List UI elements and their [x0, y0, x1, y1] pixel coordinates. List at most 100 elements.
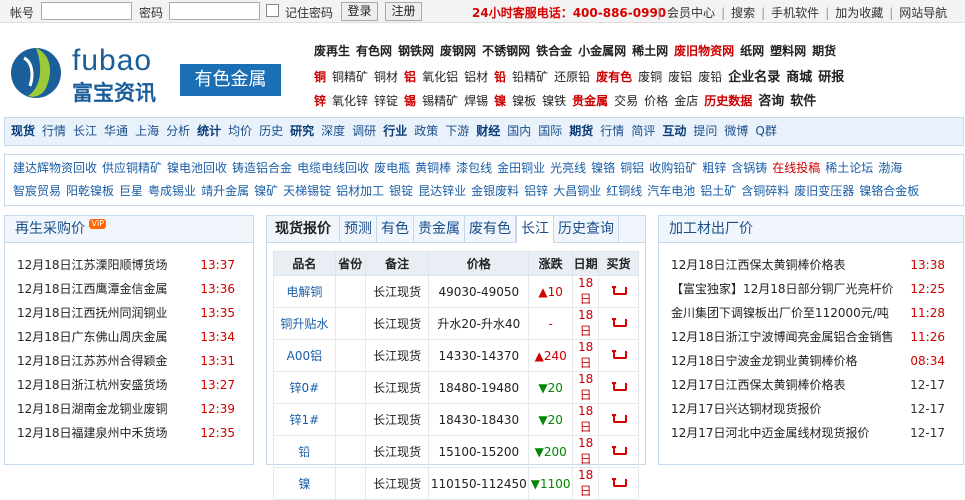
list-item-title[interactable]: 金川集团下调镍板出厂价至112000元/吨 — [671, 301, 889, 325]
list-item-title[interactable]: 12月18日江苏溧阳顺博货场 — [17, 253, 168, 277]
tag-link[interactable]: 镍电池回收 — [167, 161, 227, 175]
cell-name[interactable]: 铜升贴水 — [273, 307, 336, 340]
list-item[interactable]: 12月18日福建泉州中禾货场 12:35 — [5, 421, 253, 445]
header-nav-link[interactable]: 废旧物资网 — [674, 44, 734, 58]
header-nav-link[interactable]: 氧化铝 — [422, 70, 458, 84]
main-nav-link[interactable]: 研究 — [290, 124, 314, 138]
list-item-title[interactable]: 12月18日江西抚州同润铜业 — [17, 301, 168, 325]
tag-link[interactable]: 金银废料 — [471, 184, 519, 198]
tag-link[interactable]: 镍铬 — [591, 161, 615, 175]
list-item[interactable]: 12月17日河北中迈金属线材现货报价 12-17 — [659, 421, 963, 445]
tag-link[interactable]: 废旧变压器 — [794, 184, 854, 198]
header-nav-link[interactable]: 废铅 — [698, 70, 722, 84]
tag-link[interactable]: 昆达锌业 — [418, 184, 466, 198]
header-nav-link[interactable]: 交易 — [614, 94, 638, 108]
list-item[interactable]: 12月18日宁波金龙铜业黄铜棒价格 08:34 — [659, 349, 963, 373]
tab-6[interactable]: 长江 — [516, 216, 554, 243]
header-nav-link[interactable]: 废铝 — [668, 70, 692, 84]
top-link[interactable]: 网站导航 — [899, 6, 947, 20]
header-nav-link[interactable]: 企业名录 — [728, 70, 780, 85]
tag-link[interactable]: 红铜线 — [606, 184, 642, 198]
header-nav-link[interactable]: 软件 — [790, 94, 816, 109]
header-nav-link[interactable]: 废钢网 — [440, 44, 476, 58]
list-item-title[interactable]: 12月18日宁波金龙铜业黄铜棒价格 — [671, 349, 858, 373]
cell-name[interactable]: A00铝 — [273, 339, 336, 372]
main-nav-link[interactable]: 提问 — [693, 124, 717, 138]
account-input[interactable] — [41, 2, 132, 20]
header-nav-link[interactable]: 纸网 — [740, 44, 764, 58]
cart-icon[interactable] — [612, 317, 628, 328]
list-item[interactable]: 12月18日浙江宁波博闻亮金属铝合金销售 11:26 — [659, 325, 963, 349]
tag-link[interactable]: 镍矿 — [254, 184, 278, 198]
header-nav-link[interactable]: 小金属网 — [578, 44, 626, 58]
top-link[interactable]: 加为收藏 — [835, 6, 883, 20]
tag-link[interactable]: 金田铜业 — [497, 161, 545, 175]
header-nav-link[interactable]: 锡精矿 — [422, 94, 458, 108]
list-item[interactable]: 12月18日湖南金龙铜业废铜 12:39 — [5, 397, 253, 421]
list-item[interactable]: 12月18日江西抚州同润铜业 13:35 — [5, 301, 253, 325]
header-nav-link[interactable]: 铝材 — [464, 70, 488, 84]
tag-link[interactable]: 含铜碎料 — [741, 184, 789, 198]
main-nav-link[interactable]: 互动 — [662, 124, 686, 138]
tag-link[interactable]: 粤成锡业 — [148, 184, 196, 198]
list-item-title[interactable]: 12月18日浙江宁波博闻亮金属铝合金销售 — [671, 325, 894, 349]
header-nav-link[interactable]: 锌 — [314, 94, 326, 108]
list-item-title[interactable]: 12月18日福建泉州中禾货场 — [17, 421, 168, 445]
list-item-title[interactable]: 12月18日广东佛山周庆金属 — [17, 325, 168, 349]
cart-icon[interactable] — [612, 381, 628, 392]
tab-7[interactable]: 历史查询 — [554, 216, 619, 242]
header-nav-link[interactable]: 锌锭 — [374, 94, 398, 108]
cart-icon[interactable] — [612, 445, 628, 456]
cart-icon[interactable] — [612, 285, 628, 296]
list-item[interactable]: 12月18日江西鹰潭金信金属 13:36 — [5, 277, 253, 301]
tag-link[interactable]: 含锅铸 — [731, 161, 767, 175]
main-nav-link[interactable]: 财经 — [476, 124, 500, 138]
header-nav-link[interactable]: 稀土网 — [632, 44, 668, 58]
header-nav-link[interactable]: 钢铁网 — [398, 44, 434, 58]
main-nav-link[interactable]: 历史 — [259, 124, 283, 138]
tag-link[interactable]: 粗锌 — [702, 161, 726, 175]
list-item-title[interactable]: 12月18日江西保太黄铜棒价格表 — [671, 253, 846, 277]
tag-link[interactable]: 阳乾镍板 — [66, 184, 114, 198]
header-nav-link[interactable]: 废再生 — [314, 44, 350, 58]
tag-link[interactable]: 废电瓶 — [374, 161, 410, 175]
tag-link[interactable]: 铝土矿 — [700, 184, 736, 198]
tab-3[interactable]: 有色 — [377, 216, 414, 242]
header-nav-link[interactable]: 铅 — [494, 70, 506, 84]
header-nav-link[interactable]: 铜材 — [374, 70, 398, 84]
header-nav-link[interactable]: 铜 — [314, 70, 326, 84]
header-nav-link[interactable]: 镍板 — [512, 94, 536, 108]
list-item-title[interactable]: 12月17日兴达铜材现货报价 — [671, 397, 822, 421]
main-nav-link[interactable]: 国际 — [538, 124, 562, 138]
tab-4[interactable]: 贵金属 — [414, 216, 465, 242]
header-nav-link[interactable]: 咨询 — [758, 94, 784, 109]
cell-name[interactable]: 镍 — [273, 467, 336, 500]
main-nav-link[interactable]: 国内 — [507, 124, 531, 138]
cell-buy[interactable] — [598, 371, 639, 404]
header-nav-link[interactable]: 锡 — [404, 94, 416, 108]
main-nav-link[interactable]: 简评 — [631, 124, 655, 138]
main-nav-link[interactable]: 深度 — [321, 124, 345, 138]
tag-link[interactable]: 巨星 — [119, 184, 143, 198]
cell-name[interactable]: 锌0# — [273, 371, 336, 404]
header-nav-link[interactable]: 镍 — [494, 94, 506, 108]
main-nav-link[interactable]: 华通 — [104, 124, 128, 138]
main-nav-link[interactable]: 均价 — [228, 124, 252, 138]
cell-buy[interactable] — [598, 339, 639, 372]
tag-link[interactable]: 光亮线 — [550, 161, 586, 175]
cell-name[interactable]: 锌1# — [273, 403, 336, 436]
header-nav-link[interactable]: 还原铅 — [554, 70, 590, 84]
main-nav-link[interactable]: 调研 — [352, 124, 376, 138]
main-nav-link[interactable]: 现货 — [11, 124, 35, 138]
list-item-title[interactable]: 12月18日江西鹰潭金信金属 — [17, 277, 168, 301]
header-nav-link[interactable]: 不锈钢网 — [482, 44, 530, 58]
top-link[interactable]: 会员中心 — [667, 6, 715, 20]
main-nav-link[interactable]: 行情 — [600, 124, 624, 138]
tag-link[interactable]: 镍铬合金板 — [859, 184, 919, 198]
main-nav-link[interactable]: 行情 — [42, 124, 66, 138]
main-nav-link[interactable]: 行业 — [383, 124, 407, 138]
list-item[interactable]: 12月17日江西保太黄铜棒价格表 12-17 — [659, 373, 963, 397]
tag-link[interactable]: 靖升金属 — [201, 184, 249, 198]
tag-link[interactable]: 天梯锡锭 — [283, 184, 331, 198]
header-nav-link[interactable]: 铁合金 — [536, 44, 572, 58]
